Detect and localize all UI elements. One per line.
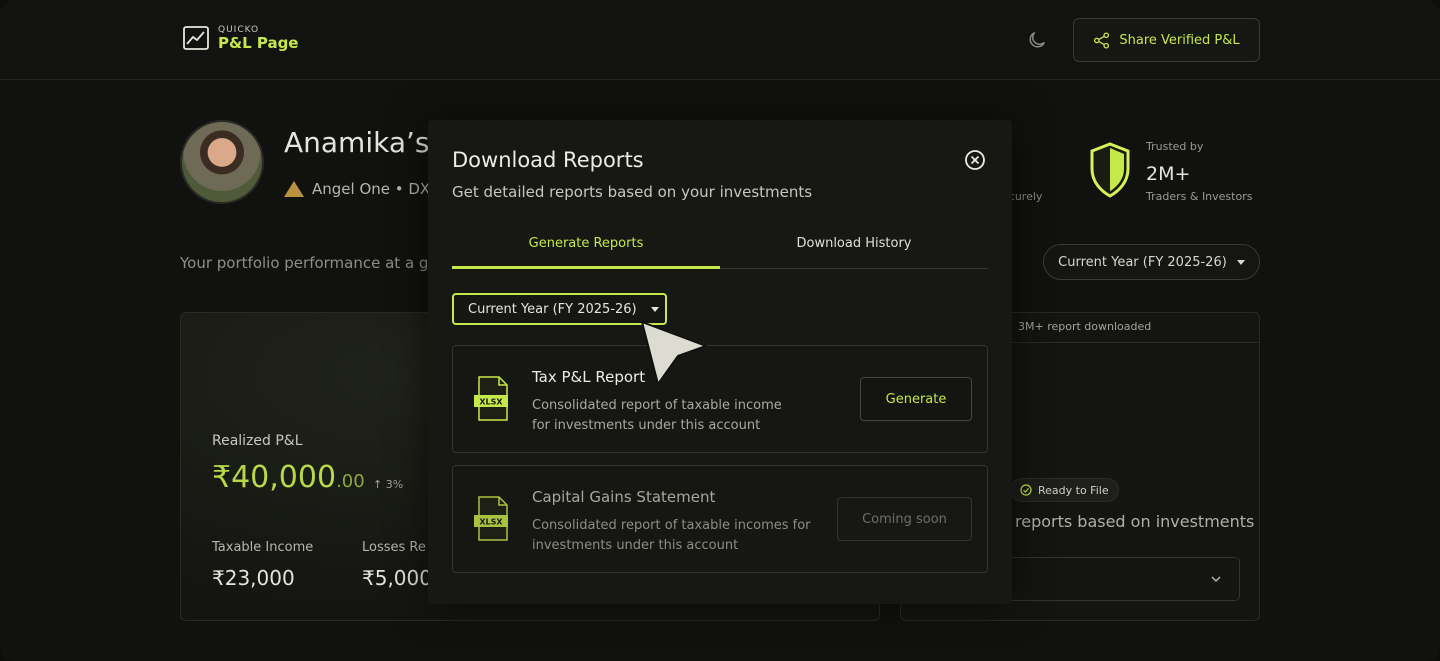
ready-to-file-badge: Ready to File bbox=[1010, 478, 1119, 502]
year-select-label: Current Year (FY 2025-26) bbox=[1058, 254, 1227, 270]
losses-label: Losses Re bbox=[362, 540, 426, 555]
tab-download-history[interactable]: Download History bbox=[720, 230, 988, 269]
losses-value: ₹5,000 bbox=[362, 566, 432, 590]
xlsx-label: XLSX bbox=[479, 518, 503, 527]
top-header: QUICKO P&L Page Share Verified P&L bbox=[0, 0, 1440, 80]
trusted-count: 2M+ bbox=[1146, 163, 1191, 185]
share-button-label: Share Verified P&L bbox=[1119, 32, 1240, 48]
report-title: Tax P&L Report bbox=[532, 368, 646, 386]
realized-pl-decimal: .00 bbox=[336, 471, 365, 492]
modal-subtitle: Get detailed reports based on your inves… bbox=[452, 183, 813, 201]
logo[interactable]: QUICKO P&L Page bbox=[182, 24, 298, 52]
broker-info: Angel One • DX bbox=[284, 180, 430, 198]
modal-title: Download Reports bbox=[452, 148, 644, 172]
xlsx-file-icon: XLSX bbox=[474, 496, 508, 541]
moon-icon[interactable] bbox=[1026, 29, 1048, 51]
coming-soon-button: Coming soon bbox=[837, 497, 972, 541]
modal-year-select[interactable]: Current Year (FY 2025-26) bbox=[452, 293, 667, 325]
chart-logo-icon bbox=[183, 26, 209, 50]
reports-select[interactable] bbox=[1000, 557, 1240, 601]
xlsx-file-icon: XLSX bbox=[474, 376, 508, 421]
broker-label: Angel One • DX bbox=[312, 180, 431, 198]
logo-title: P&L Page bbox=[218, 33, 299, 52]
report-card-capital-gains: XLSX Capital Gains Statement Consolidate… bbox=[452, 465, 988, 573]
year-select[interactable]: Current Year (FY 2025-26) bbox=[1043, 244, 1260, 280]
realized-pl-label: Realized P&L bbox=[212, 433, 303, 449]
xlsx-label: XLSX bbox=[479, 398, 503, 407]
realized-pl-amount: ₹40,000 bbox=[212, 460, 337, 495]
check-circle-icon bbox=[1020, 484, 1032, 496]
profile-name: Anamika’s I bbox=[284, 126, 447, 159]
trusted-label: Trusted by bbox=[1146, 140, 1204, 153]
realized-pl-value: ₹40,000.00 bbox=[212, 460, 365, 495]
pl-change: ↑ 3% bbox=[373, 478, 404, 491]
avatar bbox=[180, 120, 264, 204]
tab-generate-reports[interactable]: Generate Reports bbox=[452, 230, 720, 269]
logo-small-text: QUICKO bbox=[218, 24, 260, 35]
report-card-tax-pl: XLSX Tax P&L Report Consolidated report … bbox=[452, 345, 988, 453]
trusted-subtitle: Traders & Investors bbox=[1146, 190, 1253, 203]
cursor-icon bbox=[641, 321, 707, 385]
downloaded-count: 3M+ report downloaded bbox=[1018, 320, 1152, 333]
generate-button[interactable]: Generate bbox=[860, 377, 972, 421]
shield-icon bbox=[1090, 142, 1130, 198]
share-icon bbox=[1094, 31, 1110, 49]
reports-text: reports based on investments bbox=[1015, 512, 1255, 531]
taxable-income-label: Taxable Income bbox=[212, 540, 314, 555]
report-description: Consolidated report of taxable incomes f… bbox=[532, 518, 811, 553]
chevron-down-icon bbox=[1211, 576, 1221, 583]
caret-down-icon bbox=[1236, 259, 1245, 265]
taxable-income-value: ₹23,000 bbox=[212, 566, 295, 590]
ready-to-file-label: Ready to File bbox=[1038, 483, 1109, 497]
caret-down-icon bbox=[650, 306, 659, 312]
modal-tabs: Generate Reports Download History bbox=[452, 230, 988, 269]
close-icon[interactable] bbox=[964, 149, 986, 171]
share-verified-pl-button[interactable]: Share Verified P&L bbox=[1073, 18, 1260, 62]
modal-year-select-label: Current Year (FY 2025-26) bbox=[468, 301, 637, 317]
portfolio-text: Your portfolio performance at a gl bbox=[180, 254, 433, 272]
angel-one-logo-icon bbox=[284, 181, 304, 197]
report-title: Capital Gains Statement bbox=[532, 488, 716, 506]
app-frame: QUICKO P&L Page Share Verified P&L Anami… bbox=[0, 0, 1440, 661]
report-description: Consolidated report of taxable income fo… bbox=[532, 398, 782, 433]
